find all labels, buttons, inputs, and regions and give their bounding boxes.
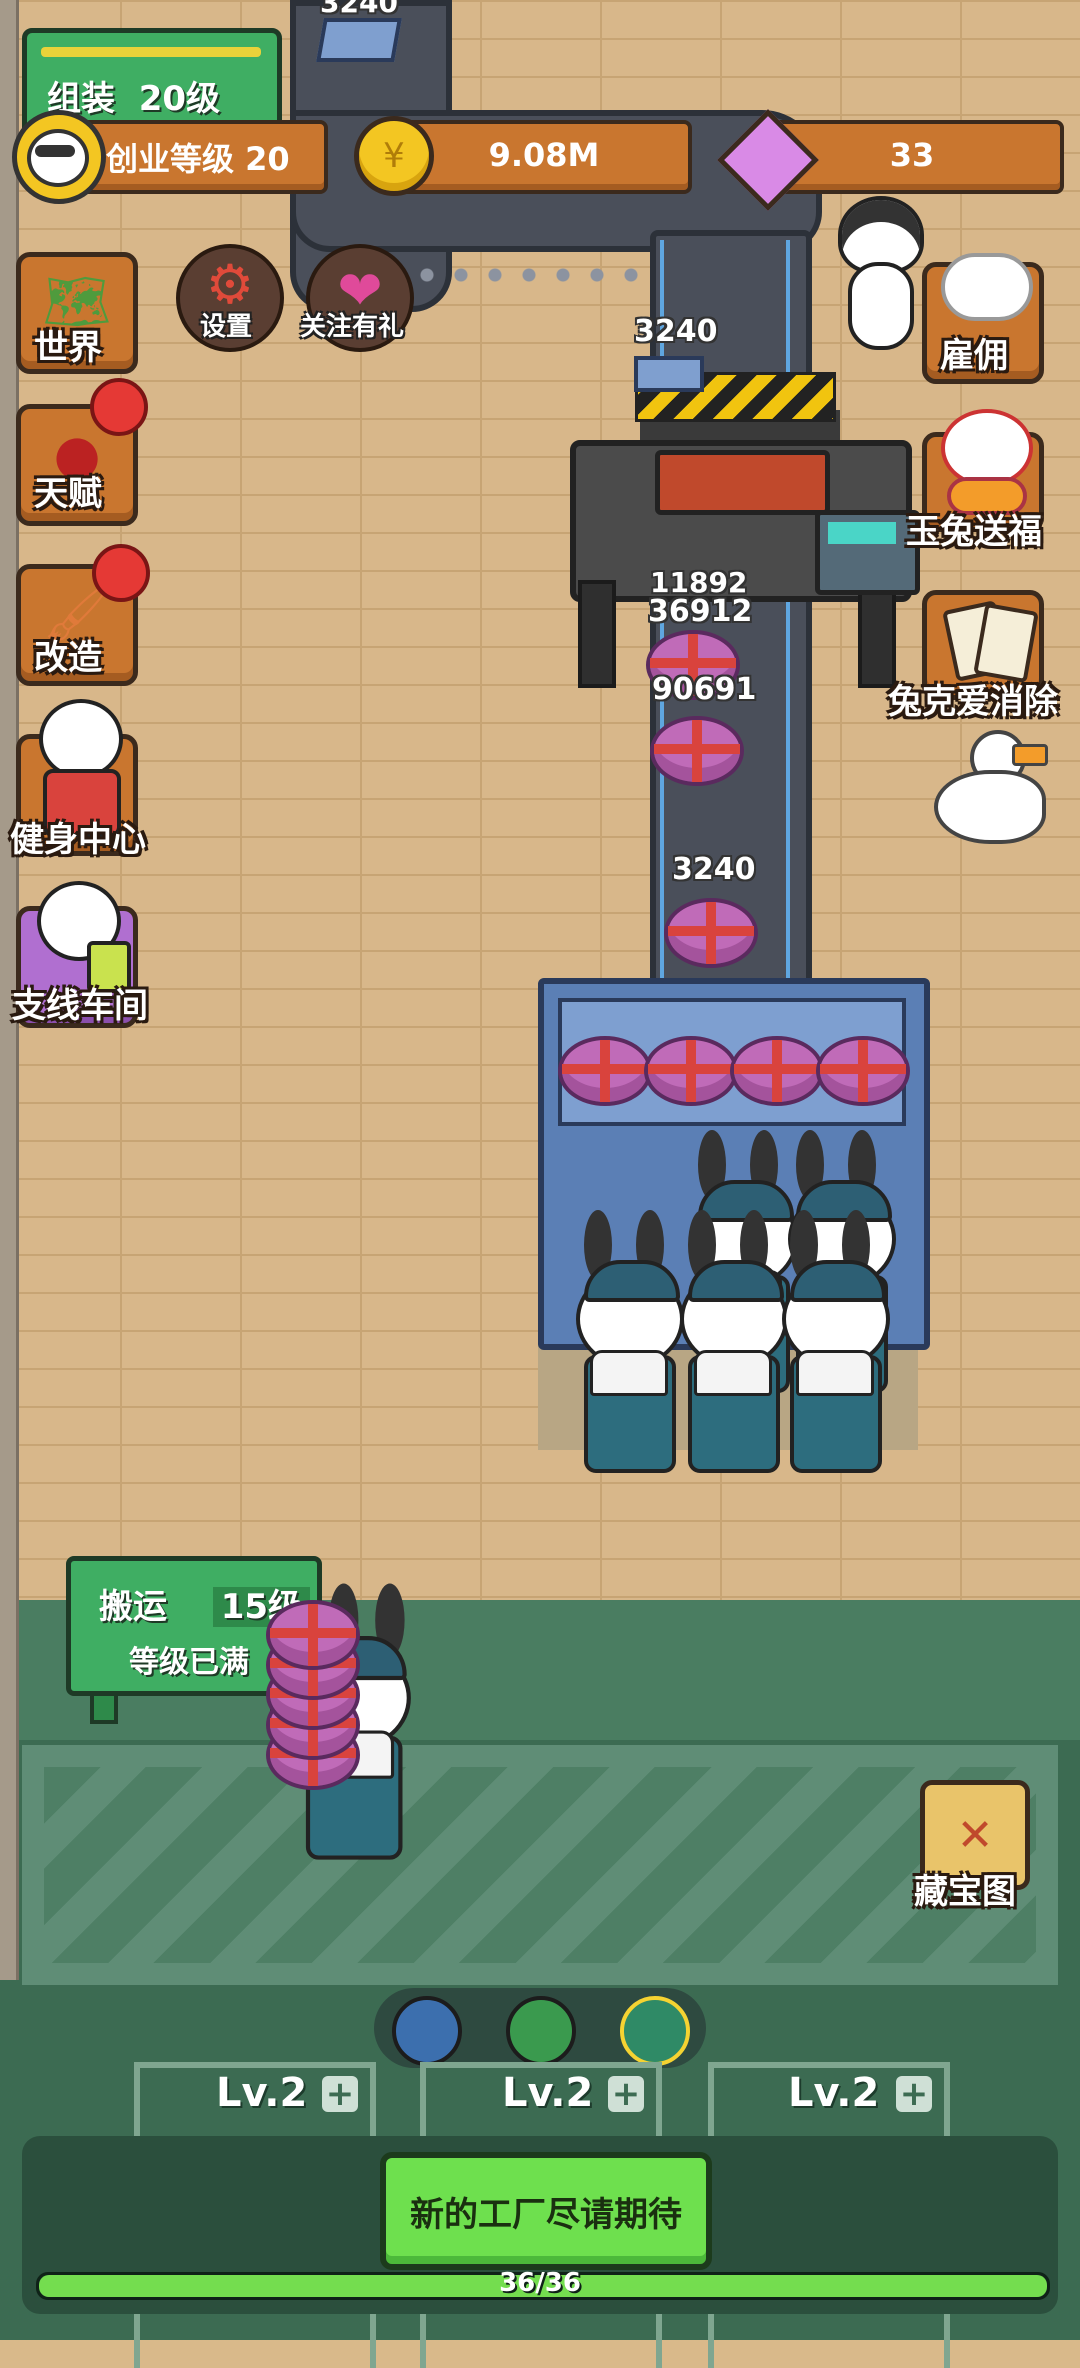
belt-low-number: 3240	[672, 852, 756, 887]
jade-rabbit-label: 玉兔送福	[906, 512, 1042, 552]
plus-icon[interactable]: +	[896, 2074, 932, 2114]
settings-label: 设置	[200, 312, 253, 342]
startup-level-text: 创业等级 20	[106, 140, 290, 178]
factory-tab-3[interactable]	[620, 1996, 690, 2066]
factory-tab-2[interactable]	[506, 1996, 576, 2066]
worker-bunny[interactable]	[772, 1210, 892, 1473]
goose[interactable]	[930, 730, 1060, 860]
stored-cake	[816, 1036, 910, 1106]
transport-status: 等级已满	[129, 1645, 249, 1680]
plus-icon[interactable]: +	[608, 2074, 644, 2114]
notification-badge	[90, 378, 148, 436]
slot-level-2: Lv.2	[502, 2070, 594, 2116]
press-leg-right	[858, 580, 896, 688]
belt-rollers	[410, 262, 650, 288]
stored-cake	[644, 1036, 738, 1106]
control-screen	[828, 522, 896, 544]
stack-number-b: 36912	[648, 594, 753, 629]
coin-icon: ¥	[354, 116, 434, 196]
machine-input-number: 3240	[634, 314, 718, 349]
gym-bunny-icon	[39, 699, 123, 779]
cake-item	[650, 716, 744, 786]
notification-badge	[92, 544, 150, 602]
talent-label: 天赋	[34, 474, 102, 514]
follow-gift-label: 关注有礼	[300, 312, 405, 342]
branch-workshop-label: 支线车间	[12, 986, 148, 1026]
progress-text: 36/36	[499, 2268, 581, 2298]
press-leg-left	[578, 580, 616, 688]
world-label: 世界	[34, 328, 102, 368]
new-factory-button[interactable]: 新的工厂尽请期待	[380, 2152, 712, 2270]
coin-counter[interactable]: 9.08M	[396, 120, 692, 194]
top-belt-number: 3240	[320, 0, 398, 19]
stored-cake	[730, 1036, 824, 1106]
stored-cake	[558, 1036, 652, 1106]
assembly-level: 20级	[138, 79, 221, 119]
startup-level-pill[interactable]: 创业等级 20	[70, 120, 328, 194]
belt-box-top	[316, 18, 402, 62]
carried-cake	[266, 1600, 360, 1670]
player-avatar[interactable]	[12, 110, 106, 204]
rabbit-eliminate-label: 兔克爱消除	[888, 682, 1058, 722]
plus-icon[interactable]: +	[322, 2074, 358, 2114]
hire-label: 雇佣	[940, 336, 1008, 376]
bunnies-icon	[941, 253, 1033, 321]
press-plate	[655, 450, 830, 515]
coin-value: 9.08M	[488, 136, 600, 174]
rabbit-face-icon	[941, 409, 1033, 487]
worker-bunny[interactable]	[566, 1210, 686, 1473]
treasure-map-label: 藏宝图	[914, 1872, 1016, 1912]
renovate-label: 改造	[34, 638, 102, 678]
slot-level-1: Lv.2	[216, 2070, 308, 2116]
factory-tab-1[interactable]	[392, 1996, 462, 2066]
slot-level-3: Lv.2	[788, 2070, 880, 2116]
husky-dog[interactable]	[830, 196, 924, 350]
stack-number-c: 90691	[652, 672, 757, 707]
loading-zone	[22, 1745, 1058, 1985]
belt-guide-line-2	[786, 240, 790, 980]
transport-name: 搬运	[99, 1587, 167, 1627]
cake-item	[664, 898, 758, 968]
belt-box-machine	[634, 356, 704, 392]
gym-label: 健身中心	[10, 820, 146, 860]
